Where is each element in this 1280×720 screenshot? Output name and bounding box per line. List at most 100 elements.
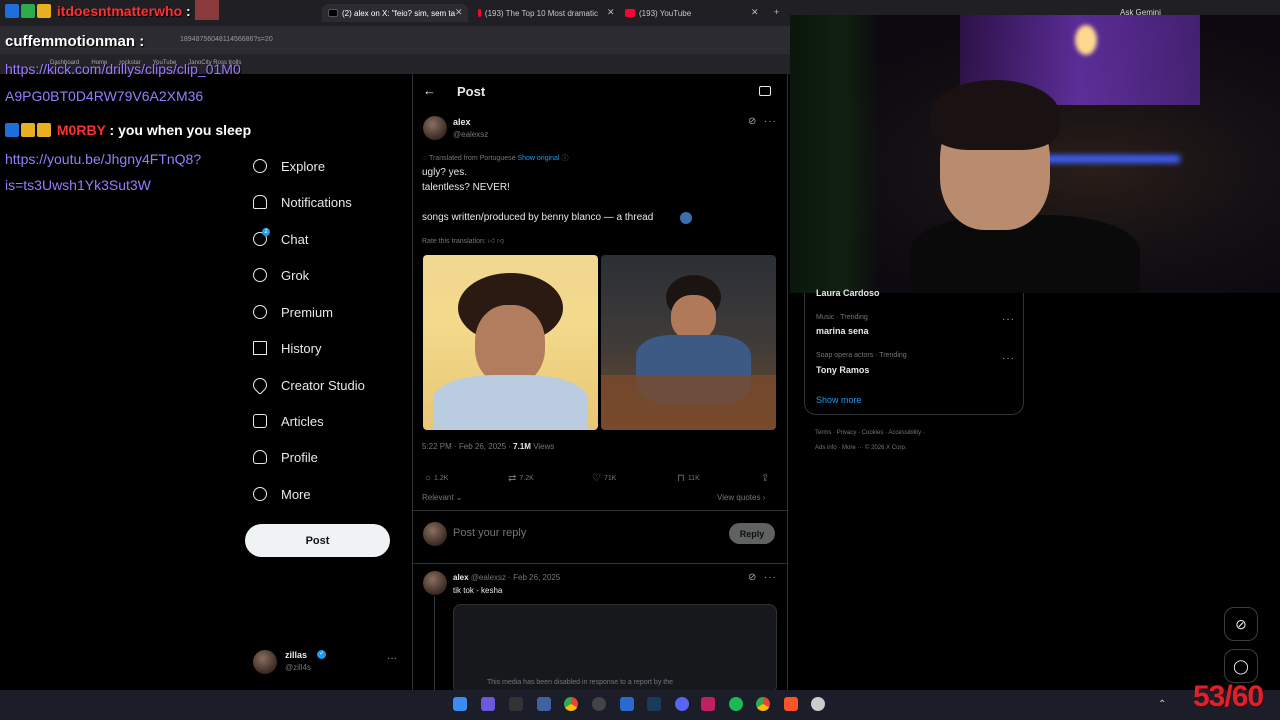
avatar[interactable] bbox=[423, 116, 447, 140]
trend-name[interactable]: Tony Ramos bbox=[816, 365, 869, 375]
account-switcher[interactable]: zillas ✓ @zill4s ··· bbox=[253, 648, 403, 676]
webcam-feed bbox=[790, 15, 1280, 293]
grok-icon bbox=[253, 268, 267, 282]
nav-profile[interactable]: Profile bbox=[253, 445, 318, 469]
grok-float-button[interactable]: ⊘ bbox=[1224, 607, 1258, 641]
more-dots-icon[interactable]: ··· bbox=[1002, 314, 1015, 325]
more-dots-icon[interactable]: ··· bbox=[1002, 353, 1015, 364]
spotify-icon[interactable] bbox=[729, 697, 743, 711]
footer-link[interactable]: More ··· bbox=[842, 445, 863, 451]
nav-more[interactable]: More bbox=[253, 482, 311, 506]
post-meta: 5:22 PM · Feb 26, 2025 · 7.1M Views bbox=[422, 442, 554, 451]
more-dots-icon[interactable]: ··· bbox=[387, 653, 397, 664]
tray-chevron-icon[interactable]: ⌃ bbox=[1158, 699, 1166, 710]
author-handle[interactable]: @ealexsz bbox=[453, 130, 488, 139]
trend-category: Soap opera actors · Trending bbox=[816, 352, 907, 359]
like-action[interactable]: ♡ 71K bbox=[592, 473, 616, 484]
reply-author-name[interactable]: alex bbox=[453, 573, 469, 582]
nav-label: Articles bbox=[281, 413, 324, 429]
repost-action[interactable]: ⇄ 7.2K bbox=[508, 473, 534, 484]
widgets-icon[interactable] bbox=[481, 697, 495, 711]
chrome-icon[interactable] bbox=[564, 697, 578, 711]
share-icon[interactable]: ⇪ bbox=[761, 473, 769, 484]
app-icon[interactable] bbox=[701, 697, 715, 711]
more-dots-icon[interactable]: ··· bbox=[764, 572, 777, 583]
chat-link[interactable]: https://youtu.be/Jhgny4FTnQ8? bbox=[5, 151, 201, 167]
windows-start-icon[interactable] bbox=[453, 697, 467, 711]
chat-username: itdoesntmatterwho bbox=[56, 3, 183, 19]
footer-link[interactable]: Cookies bbox=[862, 430, 884, 436]
chat-link[interactable]: is=ts3Uwsh1Yk3Sut3W bbox=[5, 177, 151, 193]
account-handle: @zill4s bbox=[285, 663, 311, 672]
close-icon[interactable]: ✕ bbox=[751, 7, 759, 18]
footer-links: Ads info · More ··· © 2026 X Corp. bbox=[815, 445, 907, 451]
heart-icon: ♡ bbox=[592, 473, 601, 484]
post-photo-2[interactable] bbox=[601, 255, 776, 430]
compose-post-button[interactable]: Post bbox=[245, 524, 390, 557]
brave-icon[interactable] bbox=[784, 697, 798, 711]
app-icon[interactable] bbox=[537, 697, 551, 711]
close-icon[interactable]: ✕ bbox=[607, 7, 615, 18]
author-name[interactable]: alex bbox=[453, 117, 471, 127]
show-original-link[interactable]: Show original bbox=[517, 155, 559, 162]
reply-action[interactable]: ○ 1.2K bbox=[425, 473, 448, 484]
app-icon[interactable] bbox=[811, 697, 825, 711]
thumbs-up-icon[interactable]: 👍︎ bbox=[488, 238, 495, 245]
tab-youtube-top10[interactable]: (193) The Top 10 Most dramatic bbox=[478, 4, 598, 22]
back-arrow-icon[interactable]: ← bbox=[423, 83, 436, 98]
tab-youtube[interactable]: (193) YouTube bbox=[625, 4, 745, 22]
nav-creator-studio[interactable]: Creator Studio bbox=[250, 373, 365, 397]
nav-articles[interactable]: Articles bbox=[253, 409, 324, 433]
divider bbox=[413, 510, 787, 511]
footer-link[interactable]: Terms bbox=[815, 430, 831, 436]
chat-link[interactable]: A9PG0BT0D4RW79V6A2XM36 bbox=[5, 88, 203, 104]
chat-username: cuffemmotionman bbox=[5, 33, 136, 50]
nav-premium[interactable]: Premium bbox=[253, 300, 333, 324]
footer-link[interactable]: Privacy bbox=[837, 430, 857, 436]
footer-link[interactable]: Accessibility bbox=[888, 430, 921, 436]
thumbs-down-icon[interactable]: 👎︎ bbox=[497, 238, 504, 245]
reader-mode-icon[interactable] bbox=[759, 86, 771, 96]
grok-icon[interactable]: ⊘ bbox=[748, 116, 756, 127]
app-icon[interactable] bbox=[592, 697, 606, 711]
grok-icon[interactable]: ⊘ bbox=[748, 572, 756, 583]
emote-icon bbox=[194, 0, 219, 20]
reply-button[interactable]: Reply bbox=[729, 523, 775, 544]
more-dots-icon[interactable]: ··· bbox=[764, 116, 777, 127]
avatar[interactable] bbox=[423, 571, 447, 595]
post-timestamp[interactable]: 5:22 PM · Feb 26, 2025 · bbox=[422, 442, 511, 451]
nav-grok[interactable]: Grok bbox=[253, 263, 309, 287]
reply-author-meta: @ealexsz · Feb 26, 2025 bbox=[470, 573, 561, 582]
sort-label: Relevant bbox=[422, 493, 454, 502]
footer-link[interactable]: Ads info bbox=[815, 445, 837, 451]
new-tab-icon[interactable]: + bbox=[774, 7, 779, 17]
app-icon[interactable] bbox=[620, 697, 634, 711]
trend-name[interactable]: Laura Cardoso bbox=[816, 288, 880, 298]
nav-label: More bbox=[281, 486, 311, 502]
post-text-line: songs written/produced by benny blanco —… bbox=[422, 212, 654, 223]
chrome-icon[interactable] bbox=[756, 697, 770, 711]
tab-x-post[interactable]: (2) alex on X: "feio? sim, sem ta bbox=[322, 4, 468, 22]
messages-float-button[interactable]: ◯ bbox=[1224, 649, 1258, 683]
media-disabled-notice: This media has been disabled in response… bbox=[487, 679, 674, 686]
articles-icon bbox=[253, 414, 267, 428]
show-more-link[interactable]: Show more bbox=[816, 395, 862, 405]
post-photo-1[interactable] bbox=[423, 255, 598, 430]
steam-icon[interactable] bbox=[647, 697, 661, 711]
nav-notifications[interactable]: Notifications bbox=[253, 190, 352, 214]
discord-icon[interactable] bbox=[675, 697, 689, 711]
trend-name[interactable]: marina sena bbox=[816, 326, 869, 336]
bookmark-icon: ⊓ bbox=[677, 473, 685, 484]
nav-explore[interactable]: Explore bbox=[253, 154, 325, 178]
nav-history[interactable]: History bbox=[253, 336, 321, 360]
trend-category: Music · Trending bbox=[816, 314, 868, 321]
bookmark-action[interactable]: ⊓ 11K bbox=[677, 473, 700, 484]
reply-input[interactable]: Post your reply bbox=[453, 527, 526, 539]
sort-replies-dropdown[interactable]: Relevant ⌄ bbox=[422, 493, 463, 502]
view-quotes-link[interactable]: View quotes › bbox=[717, 493, 765, 502]
url-text: 1894875604811456686?s=20 bbox=[180, 36, 273, 43]
translate-icon: ◌ bbox=[423, 155, 428, 162]
app-icon[interactable] bbox=[509, 697, 523, 711]
chat-link[interactable]: https://kick.com/drillys/clips/clip_01M0 bbox=[5, 61, 241, 77]
close-icon[interactable]: ✕ bbox=[455, 7, 463, 18]
